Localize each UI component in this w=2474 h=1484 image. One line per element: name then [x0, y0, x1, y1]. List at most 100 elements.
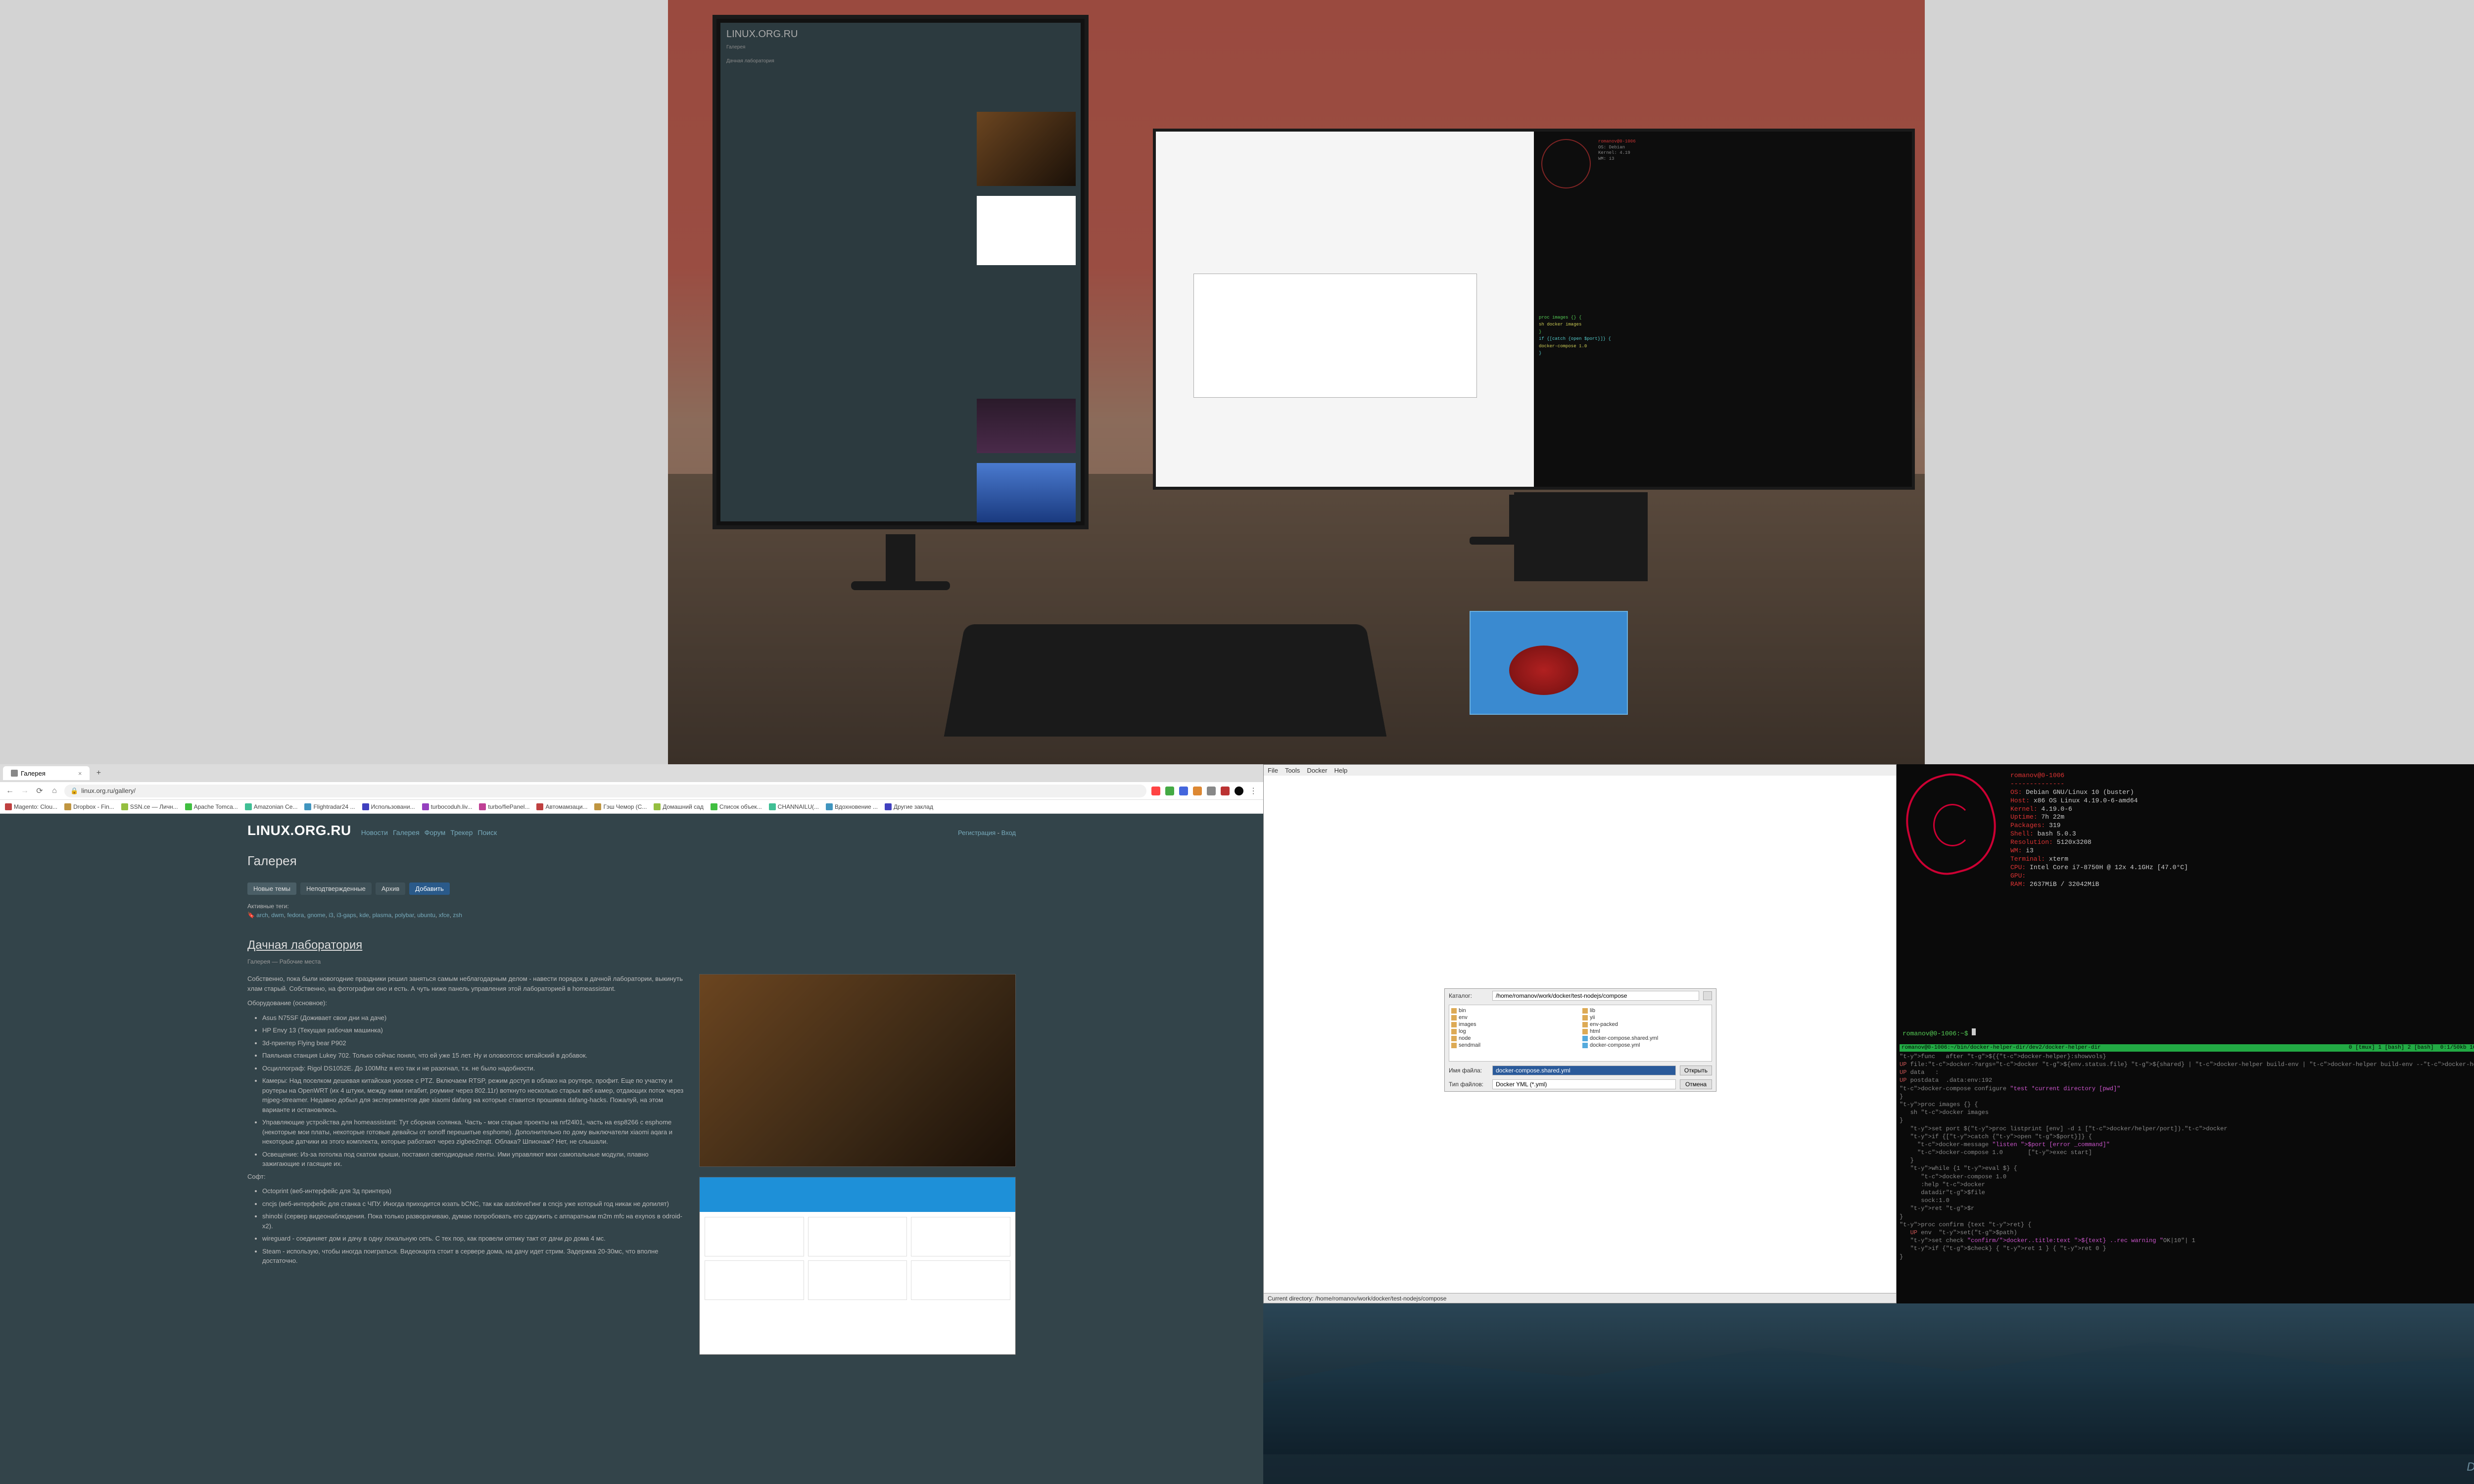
menu-item[interactable]: Tools	[1285, 767, 1300, 774]
file-item[interactable]: yii	[1582, 1014, 1710, 1021]
nav-link[interactable]: Новости	[361, 829, 388, 836]
list-item: shinobi (сервер видеонаблюдения. Пока то…	[262, 1211, 684, 1231]
back-icon[interactable]: ←	[5, 786, 15, 796]
bookmark-item[interactable]: Другие заклад	[885, 803, 933, 810]
tag-link[interactable]: ubuntu	[417, 912, 435, 919]
filename-field[interactable]: docker-compose.shared.yml	[1492, 1066, 1676, 1075]
bookmark-item[interactable]: turbocoduh.liv...	[422, 803, 473, 810]
new-tab-button[interactable]: +	[93, 767, 104, 779]
list-item: 3d-принтер Flying bear P902	[262, 1038, 684, 1048]
site-logo[interactable]: LINUX.ORG.RU	[247, 823, 351, 838]
extension-icon[interactable]	[1193, 787, 1202, 795]
file-item[interactable]: docker-compose.yml	[1582, 1042, 1710, 1049]
nav-link[interactable]: Форум	[425, 829, 446, 836]
bookmark-item[interactable]: Apache Tomca...	[185, 803, 238, 810]
extension-icon[interactable]	[1235, 787, 1243, 795]
url-field[interactable]: 🔒 linux.org.ru/gallery/	[64, 785, 1146, 797]
tags-label: Активные теги:	[247, 903, 1016, 910]
filter-pill[interactable]: Добавить	[409, 882, 449, 895]
nav-link[interactable]: Трекер	[450, 829, 473, 836]
extension-icon[interactable]	[1151, 787, 1160, 795]
filetype-field[interactable]: Docker YML (*.yml)	[1492, 1079, 1676, 1089]
open-button[interactable]: Открыть	[1680, 1066, 1712, 1075]
tag-link[interactable]: gnome	[307, 912, 326, 919]
small-pc-box	[1514, 492, 1648, 581]
menu-item[interactable]: File	[1268, 767, 1278, 774]
code-line: "t-y">proc images {} {	[1900, 1101, 2474, 1109]
list-item: HP Envy 13 (Текущая рабочая машинка)	[262, 1025, 684, 1035]
tag-link[interactable]: kde	[359, 912, 369, 919]
cancel-button[interactable]: Отмена	[1680, 1079, 1712, 1089]
tag-link[interactable]: i3-gaps	[336, 912, 356, 919]
code-line: }	[1900, 1093, 2474, 1101]
file-item[interactable]: images	[1451, 1021, 1578, 1028]
tag-link[interactable]: arch	[256, 912, 268, 919]
dialog-path-field[interactable]: /home/romanov/work/docker/test-nodejs/co…	[1492, 991, 1699, 1001]
folder-icon	[1451, 1036, 1457, 1041]
home-icon[interactable]: ⌂	[49, 786, 59, 796]
shell-prompt: romanov@0-1006:~$	[1903, 1030, 1968, 1037]
dialog-up-icon[interactable]	[1703, 991, 1712, 1000]
terminal-neofetch[interactable]: romanov@0-1006--------------OS: Debian G…	[1897, 764, 2474, 1041]
filter-pill[interactable]: Новые темы	[247, 882, 296, 895]
browser-tab[interactable]: Галерея ×	[3, 766, 90, 780]
reload-icon[interactable]: ⟳	[35, 786, 45, 796]
extension-icon[interactable]	[1221, 787, 1230, 795]
bookmark-item[interactable]: Список объек...	[711, 803, 762, 810]
file-item[interactable]: html	[1582, 1028, 1710, 1035]
code-line: :help "t-c">docker	[1900, 1181, 2474, 1189]
breadcrumb: Галерея — Рабочие места	[247, 958, 1016, 965]
file-item[interactable]: env	[1451, 1014, 1578, 1021]
menu-item[interactable]: Docker	[1307, 767, 1327, 774]
tag-link[interactable]: i3	[329, 912, 333, 919]
bookmark-item[interactable]: Гэш Чемор (С...	[594, 803, 647, 810]
terminal-tmux[interactable]: romanov@0-1006:~/bin/docker-helper-dir/d…	[1897, 1041, 2474, 1303]
bookmark-item[interactable]: CHANNAILU(...	[769, 803, 819, 810]
tag-link[interactable]: polybar	[395, 912, 414, 919]
file-item[interactable]: sendmail	[1451, 1042, 1578, 1049]
tag-link[interactable]: plasma	[372, 912, 391, 919]
auth-link[interactable]: Регистрация	[958, 829, 996, 836]
file-item[interactable]: lib	[1582, 1007, 1710, 1014]
code-line: UP postdata .data:env:192	[1900, 1076, 2474, 1084]
auth-link[interactable]: Вход	[1001, 829, 1016, 836]
bookmark-item[interactable]: SSN.ce — Личн...	[121, 803, 178, 810]
menu-icon[interactable]: ⋮	[1248, 786, 1258, 796]
tag-link[interactable]: xfce	[439, 912, 450, 919]
file-item[interactable]: log	[1451, 1028, 1578, 1035]
article-title[interactable]: Дачная лаборатория	[247, 938, 1016, 952]
tag-link[interactable]: fedora	[287, 912, 304, 919]
file-item[interactable]: node	[1451, 1035, 1578, 1042]
tag-link[interactable]: dwm	[271, 912, 284, 919]
code-line: datadir"t-g">$file	[1900, 1189, 2474, 1197]
extension-icon[interactable]	[1165, 787, 1174, 795]
thumbnail-workspace[interactable]	[699, 974, 1016, 1167]
extension-icon[interactable]	[1179, 787, 1188, 795]
list-item: Осциллограф: Rigol DS1052E. До 100Mhz я …	[262, 1064, 684, 1073]
bookmark-item[interactable]: Magento: Clou...	[5, 803, 57, 810]
file-item[interactable]: docker-compose.shared.yml	[1582, 1035, 1710, 1042]
bookmark-item[interactable]: Flightradar24 ...	[304, 803, 355, 810]
nav-link[interactable]: Поиск	[477, 829, 497, 836]
nav-link[interactable]: Галерея	[393, 829, 420, 836]
bookmark-item[interactable]: Домашний сад	[654, 803, 704, 810]
filter-pill[interactable]: Неподтвержденные	[300, 882, 372, 895]
bookmark-item[interactable]: turbo/fiePanel...	[479, 803, 529, 810]
forward-icon[interactable]: →	[20, 786, 30, 796]
bookmark-item[interactable]: Автомамзаци...	[536, 803, 587, 810]
tag-link[interactable]: zsh	[453, 912, 462, 919]
extension-icon[interactable]	[1207, 787, 1216, 795]
code-line: "t-y">if {["t-y">catch {"t-y">open "t-g"…	[1900, 1133, 2474, 1141]
thumbnail-homeassistant[interactable]	[699, 1177, 1016, 1355]
bookmark-item[interactable]: Использовани...	[362, 803, 415, 810]
file-item[interactable]: bin	[1451, 1007, 1578, 1014]
filter-pill[interactable]: Архив	[376, 882, 405, 895]
bookmark-item[interactable]: Dropbox - Fin...	[64, 803, 114, 810]
file-item[interactable]: env-packed	[1582, 1021, 1710, 1028]
close-tab-icon[interactable]: ×	[78, 770, 82, 777]
page-heading: Галерея	[247, 853, 1016, 869]
bookmark-item[interactable]: Вдохновение ...	[826, 803, 878, 810]
menu-item[interactable]: Help	[1334, 767, 1348, 774]
bookmark-item[interactable]: Amazonian Ce...	[245, 803, 298, 810]
code-line: }	[1900, 1253, 2474, 1261]
